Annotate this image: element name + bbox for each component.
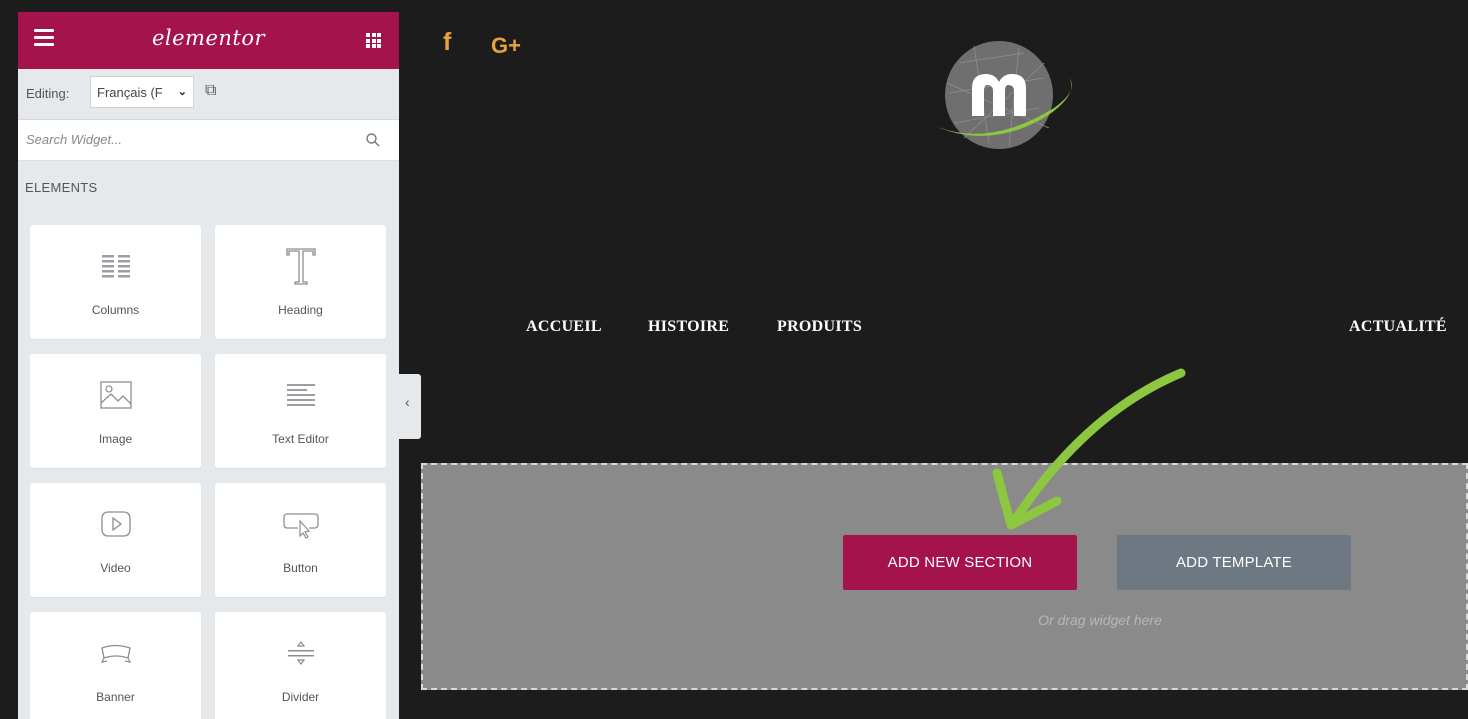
widget-label: Text Editor xyxy=(272,432,329,446)
widget-banner[interactable]: Banner xyxy=(30,612,201,719)
search-icon xyxy=(366,133,380,147)
widget-heading[interactable]: Heading xyxy=(215,225,386,339)
widget-label: Columns xyxy=(91,303,140,317)
nav-item-actualite[interactable]: ACTUALITÉ xyxy=(1349,318,1447,336)
widget-video[interactable]: Video xyxy=(30,483,201,597)
language-select-value: Français (F xyxy=(97,85,163,100)
divider-icon xyxy=(287,641,314,665)
drag-widget-hint: Or drag widget here xyxy=(1038,612,1162,628)
chevron-left-icon: ‹ xyxy=(405,394,410,410)
facebook-icon[interactable]: f xyxy=(443,28,451,57)
nav-item-produits[interactable]: PRODUITS xyxy=(777,318,862,336)
nav-item-histoire[interactable]: HISTOIRE xyxy=(648,318,729,336)
duplicate-icon[interactable]: ⧉ xyxy=(205,82,216,100)
text-editor-icon xyxy=(286,384,315,406)
elementor-panel: elementor Editing: Français (F ⌄ ⧉ Searc… xyxy=(18,12,399,719)
elementor-logo: elementor xyxy=(151,26,266,50)
button-icon xyxy=(282,513,319,539)
language-select[interactable]: Français (F ⌄ xyxy=(90,76,194,108)
widget-image[interactable]: Image xyxy=(30,354,201,468)
heading-icon xyxy=(285,248,316,285)
columns-icon xyxy=(101,255,130,278)
widgets-grid-icon[interactable] xyxy=(366,33,381,48)
widget-label: Video xyxy=(100,561,131,575)
widget-label: Divider xyxy=(281,690,320,704)
editing-language-bar: Editing: Français (F ⌄ ⧉ xyxy=(18,69,399,120)
add-new-section-button[interactable]: ADD NEW SECTION xyxy=(843,535,1077,590)
video-icon xyxy=(100,511,131,537)
collapse-panel-toggle[interactable]: ‹ xyxy=(399,374,421,439)
widget-columns[interactable]: Columns xyxy=(30,225,201,339)
banner-icon xyxy=(100,644,131,663)
add-template-button[interactable]: ADD TEMPLATE xyxy=(1117,535,1351,590)
widget-divider[interactable]: Divider xyxy=(215,612,386,719)
green-arrow-annotation xyxy=(992,368,1186,530)
chevron-down-icon: ⌄ xyxy=(177,86,187,98)
elements-section-title: ELEMENTS xyxy=(25,180,98,195)
search-widget-input[interactable]: Search Widget... xyxy=(26,132,122,147)
search-widget-field[interactable]: Search Widget... xyxy=(18,120,399,161)
google-plus-icon[interactable]: G+ xyxy=(491,33,521,59)
panel-header: elementor xyxy=(18,12,399,69)
editing-label: Editing: xyxy=(26,86,70,101)
site-logo xyxy=(935,41,1072,149)
widget-label: Heading xyxy=(278,303,323,317)
image-icon xyxy=(99,381,132,409)
nav-item-accueil[interactable]: ACCUEIL xyxy=(526,318,602,336)
widget-label: Image xyxy=(98,432,133,446)
widget-button[interactable]: Button xyxy=(215,483,386,597)
widget-label: Banner xyxy=(96,690,135,704)
widget-text-editor[interactable]: Text Editor xyxy=(215,354,386,468)
widget-label: Button xyxy=(283,561,318,575)
